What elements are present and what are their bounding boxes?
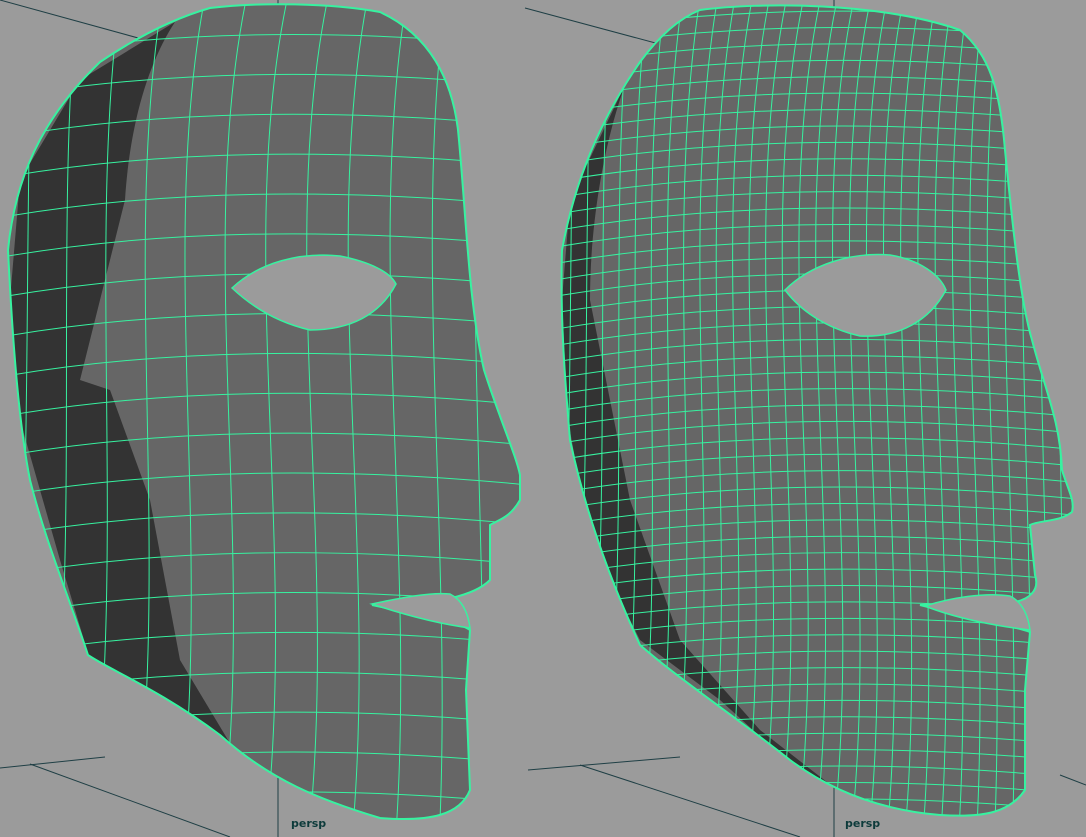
grid-line [527, 756, 681, 771]
head-mesh-smoothed[interactable] [510, 0, 1086, 837]
viewport-scene[interactable] [0, 0, 1086, 837]
camera-label: persp [845, 817, 881, 830]
grid-line [0, 756, 106, 769]
grid-line [29, 763, 231, 837]
grid-line [1059, 774, 1086, 786]
camera-label: persp [291, 817, 327, 830]
maya-viewport[interactable]: persp persp [0, 0, 1086, 837]
grid-line [579, 764, 801, 837]
head-mesh-low-poly[interactable] [0, 0, 570, 837]
